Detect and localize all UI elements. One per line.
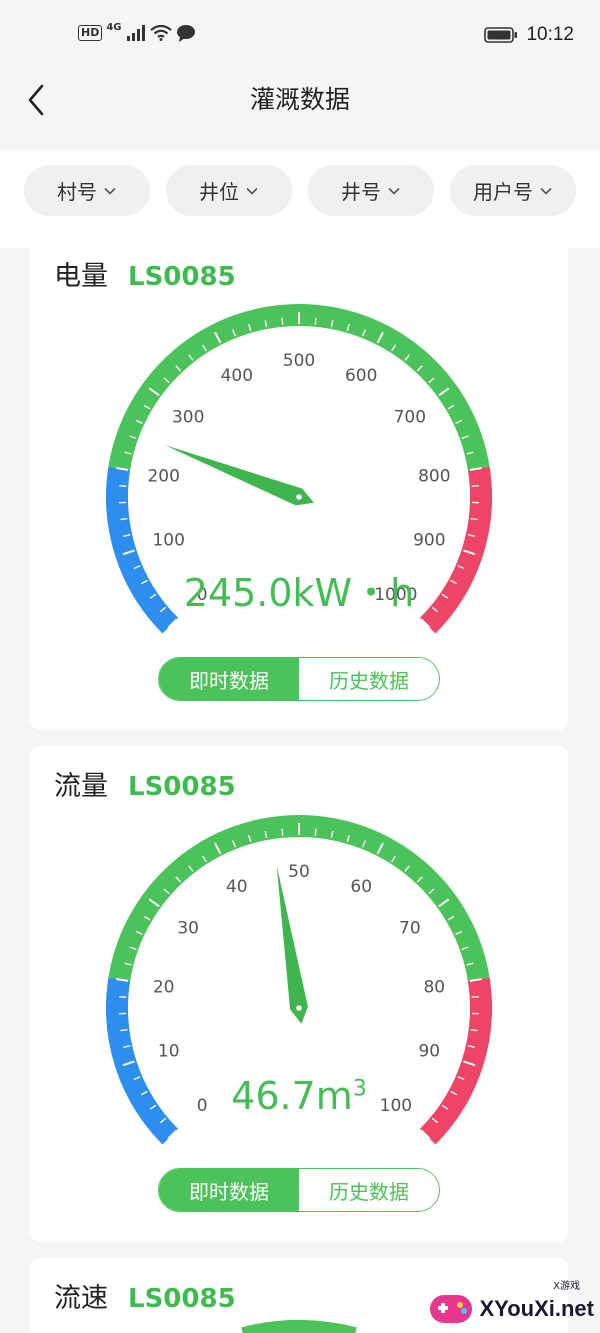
- gauge-tick-label: 600: [345, 366, 377, 386]
- gauge-needle-pivot: [296, 494, 302, 500]
- gauge-value-superscript: 3: [352, 1076, 367, 1102]
- gauge-tick: [120, 1028, 128, 1032]
- gauge-tick: [314, 828, 317, 836]
- gauge-tick-label: 30: [177, 918, 199, 938]
- gauge-needle: [276, 865, 308, 1024]
- gauge-tick-label: 200: [147, 467, 179, 487]
- tab-realtime-data[interactable]: 即时数据: [159, 658, 299, 700]
- chevron-down-icon: [104, 187, 116, 195]
- gauge-value: 46.7m3: [30, 1074, 568, 1118]
- filter-label: 用户号: [473, 180, 533, 204]
- gauge-tick-label: 300: [172, 407, 204, 427]
- hd-badge: HD: [78, 25, 103, 41]
- gauge-value-text: 245.0kW・h: [183, 571, 415, 615]
- gauge-tick-label: 400: [221, 366, 253, 386]
- gauge-tick-label: 70: [399, 918, 421, 938]
- gauge-tick-label: 60: [350, 877, 372, 897]
- wifi-icon: [149, 25, 172, 41]
- filter-user-number[interactable]: 用户号: [450, 165, 576, 216]
- status-right: 10:12: [484, 24, 574, 46]
- filter-label: 井位: [199, 180, 239, 204]
- tab-history-data[interactable]: 历史数据: [299, 1169, 439, 1211]
- gauge-tick: [281, 317, 284, 325]
- gauge-tick-label: 100: [152, 530, 184, 550]
- page-title: 灌溉数据: [249, 85, 350, 114]
- app-header: 灌溉数据: [0, 70, 600, 132]
- gauge-tick: [120, 517, 128, 521]
- gamepad-logo-icon: [429, 1295, 472, 1323]
- status-bar: HD 4G 10:12: [0, 0, 600, 70]
- filter-well-number[interactable]: 井号: [308, 165, 434, 216]
- card-flow: 流量 LS0085 0 10 20 30 40 50 60 70 80 90 100 46.7m3 …: [30, 746, 568, 1242]
- filter-village[interactable]: 村号: [24, 165, 150, 216]
- gauge-tick: [281, 828, 284, 836]
- gauge-tick-label: 900: [413, 530, 445, 550]
- gauge-tick-label: 90: [418, 1041, 440, 1061]
- gauge-tick-label: 80: [423, 978, 445, 998]
- gauge-tick-label: 500: [283, 351, 315, 371]
- gauge-band: [108, 815, 490, 982]
- signal-icon: [126, 25, 145, 41]
- battery-icon: [484, 27, 518, 43]
- chevron-down-icon: [388, 187, 400, 195]
- screen: HD 4G 10:12 灌溉数据 村号 井位 井号 用户号 电量 LS0085 …: [0, 0, 600, 1333]
- gauge-tick: [470, 1028, 478, 1032]
- gauge-needle-pivot: [296, 1005, 302, 1011]
- gauge-needle: [164, 445, 314, 506]
- tab-realtime-data[interactable]: 即时数据: [159, 1169, 299, 1211]
- card-electricity: 电量 LS0085 0 100 200 300 400 500 600 700 800 900 10…: [30, 240, 568, 730]
- chevron-down-icon: [540, 187, 552, 195]
- filter-bar: 村号 井位 井号 用户号: [0, 150, 600, 248]
- watermark-small: X游戏: [553, 1281, 580, 1292]
- filter-label: 村号: [57, 180, 97, 204]
- gauge-tick-label: 40: [226, 877, 248, 897]
- gauge-value: 245.0kW・h: [30, 562, 568, 617]
- watermark: XYouXi.net X游戏: [428, 1281, 595, 1327]
- filter-label: 井号: [341, 180, 381, 204]
- tab-history-data[interactable]: 历史数据: [299, 658, 439, 700]
- gauge-band: [108, 304, 490, 471]
- gauge-tick-label: 10: [158, 1041, 180, 1061]
- gauge-value-text: 46.7m: [231, 1074, 353, 1118]
- filter-well-position[interactable]: 井位: [166, 165, 292, 216]
- gauge-tick-label: 50: [288, 862, 310, 882]
- data-mode-toggle: 即时数据 历史数据: [158, 657, 440, 701]
- message-icon: [176, 25, 195, 42]
- gauge-tick: [470, 517, 478, 521]
- watermark-brand: XYouXi.net: [479, 1296, 595, 1321]
- gauge-tick: [314, 317, 317, 325]
- gauge-tick-label: 800: [418, 467, 450, 487]
- gauge-tick-label: 20: [153, 978, 175, 998]
- gauge-tick-label: 700: [394, 407, 426, 427]
- status-left: HD 4G: [78, 21, 196, 42]
- network-type: 4G: [106, 21, 122, 33]
- clock: 10:12: [526, 24, 574, 45]
- data-mode-toggle: 即时数据 历史数据: [158, 1168, 440, 1212]
- chevron-down-icon: [246, 187, 258, 195]
